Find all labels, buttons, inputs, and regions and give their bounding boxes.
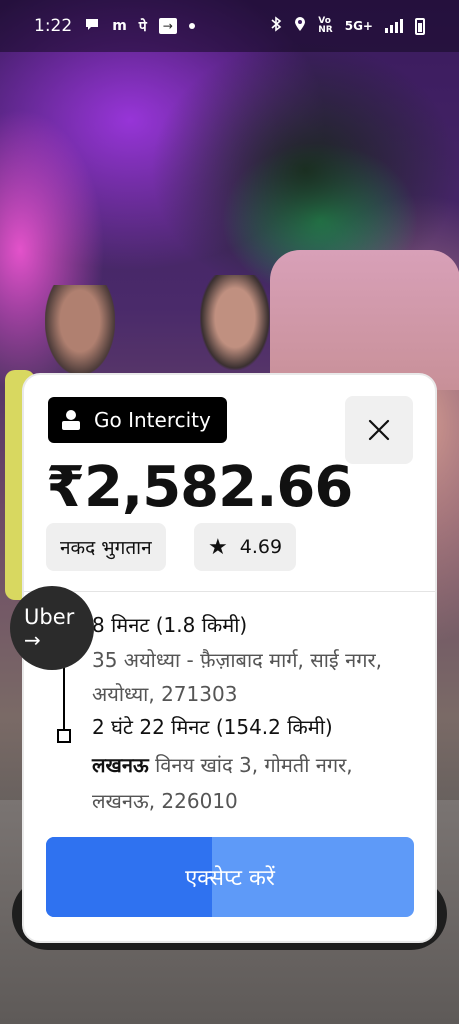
dropoff-address: लखनऊ विनय खांद 3, गोमती नगर, लखनऊ, 22601… <box>92 747 402 819</box>
fare-price: ₹2,582.66 <box>46 455 353 520</box>
person-left <box>45 285 115 375</box>
signal-icon <box>385 19 403 33</box>
uber-logo-text: Uber <box>24 605 75 629</box>
uber-floating-bubble[interactable]: Uber → <box>10 586 94 670</box>
user-icon <box>62 410 80 430</box>
close-icon <box>368 419 390 441</box>
arrow-right-icon: → <box>24 628 41 652</box>
pink-wall <box>270 250 459 390</box>
status-time: 1:22 <box>34 16 73 36</box>
dropoff-city: लखनऊ <box>92 753 149 777</box>
ride-request-card: Go Intercity ₹2,582.66 नकद भुगतान ★ 4.69… <box>22 373 437 943</box>
forward-box-icon: → <box>158 18 177 34</box>
battery-icon <box>415 17 425 35</box>
close-button[interactable] <box>345 396 413 464</box>
payment-method-label: नकद भुगतान <box>60 537 152 559</box>
network-type: 5G+ <box>344 19 373 33</box>
star-icon: ★ <box>208 534 228 560</box>
accept-button[interactable]: एक्सेप्ट करें <box>46 837 414 917</box>
pickup-address: 35 अयोध्या - फ़ैज़ाबाद मार्ग, साई नगर, अ… <box>92 648 383 706</box>
person-right <box>200 275 270 370</box>
volte-icon: Vo NR <box>318 16 333 35</box>
rider-rating-value: 4.69 <box>239 536 283 558</box>
m-app-icon: m <box>112 18 127 34</box>
dot-icon <box>188 23 195 29</box>
chat-bubble-icon <box>84 16 100 36</box>
payment-method-chip: नकद भुगतान <box>46 523 166 571</box>
status-bar: 1:22 m पे → Vo NR 5G+ <box>0 0 459 52</box>
ride-type-label: Go Intercity <box>94 408 211 432</box>
bluetooth-icon <box>270 16 282 36</box>
pickup-eta: 8 मिनट (1.8 किमी) <box>92 613 248 637</box>
trip-duration: 2 घंटे 22 मिनट (154.2 किमी) <box>92 715 333 739</box>
ride-type-badge: Go Intercity <box>48 397 227 443</box>
location-icon <box>294 16 306 36</box>
divider <box>24 591 435 592</box>
dropoff-square-icon <box>57 729 71 743</box>
rider-rating-chip: ★ 4.69 <box>194 523 297 571</box>
pe-app-icon: पे <box>138 18 147 35</box>
accept-button-label: एक्सेप्ट करें <box>185 866 275 891</box>
